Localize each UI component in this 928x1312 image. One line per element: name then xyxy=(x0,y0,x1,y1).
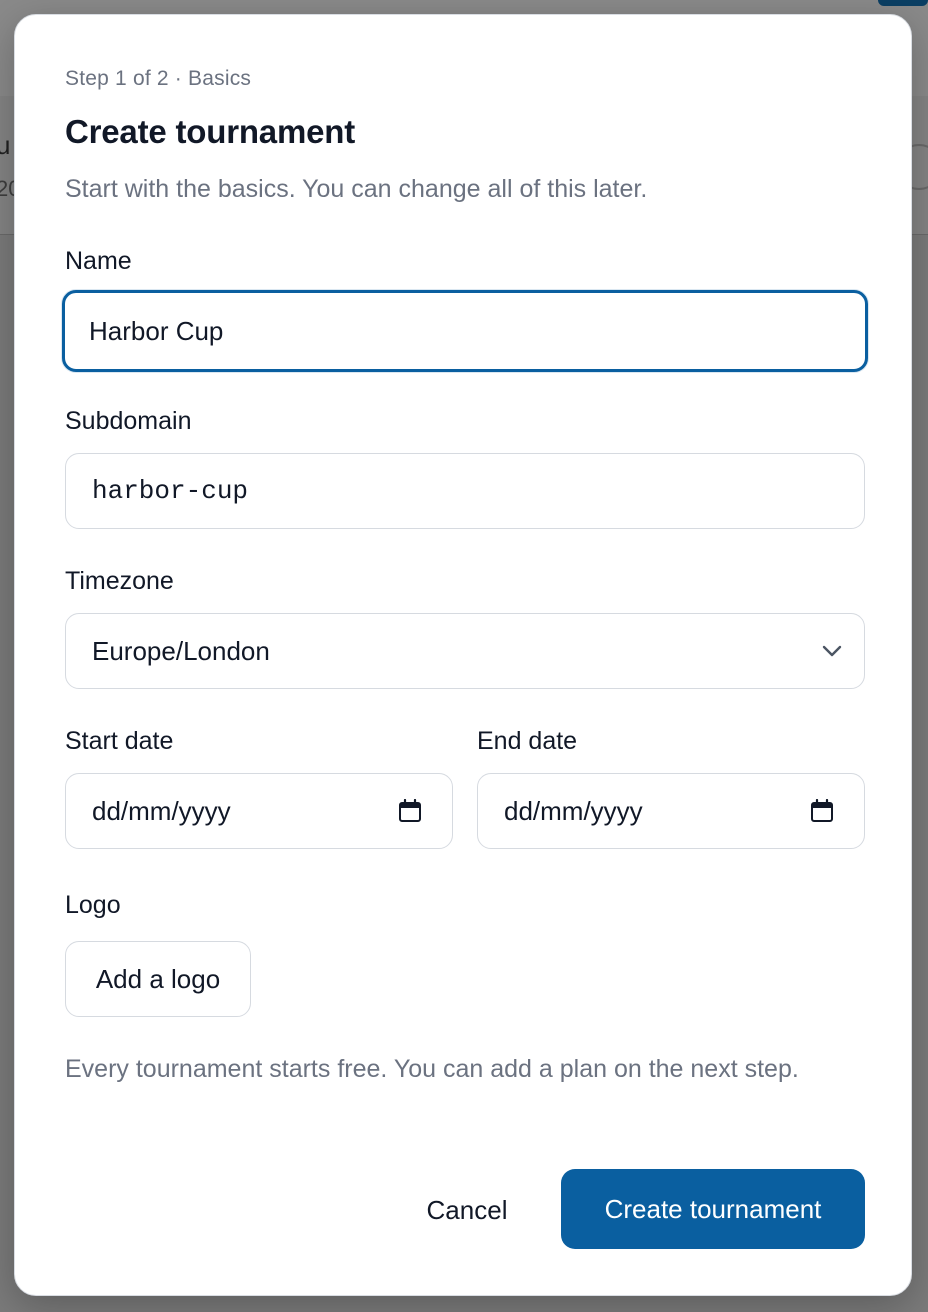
dialog-subtitle: Start with the basics. You can change al… xyxy=(65,175,648,203)
pricing-note: Every tournament starts free. You can ad… xyxy=(65,1055,799,1083)
end-date-input[interactable]: dd/mm/yyyy xyxy=(477,773,865,849)
add-logo-button[interactable]: Add a logo xyxy=(65,941,251,1017)
name-input[interactable]: Harbor Cup xyxy=(62,290,868,372)
timezone-select-value: Europe/London xyxy=(92,635,270,666)
name-label: Name xyxy=(65,247,132,275)
background-corner-button xyxy=(878,0,928,6)
subdomain-label: Subdomain xyxy=(65,407,192,435)
create-tournament-dialog: Step 1 of 2 · Basics Create tournament S… xyxy=(14,14,912,1296)
start-date-input[interactable]: dd/mm/yyyy xyxy=(65,773,453,849)
end-date-label: End date xyxy=(477,727,578,755)
calendar-icon[interactable] xyxy=(398,799,422,823)
logo-label: Logo xyxy=(65,891,121,919)
create-tournament-button[interactable]: Create tournament xyxy=(561,1169,865,1249)
subdomain-input[interactable]: harbor-cup xyxy=(65,453,865,529)
timezone-label: Timezone xyxy=(65,567,174,595)
start-date-label: Start date xyxy=(65,727,174,755)
start-date-placeholder: dd/mm/yyyy xyxy=(92,795,231,826)
subdomain-input-value: harbor-cup xyxy=(92,476,249,506)
background-text-fragment: u xyxy=(0,130,11,160)
calendar-icon[interactable] xyxy=(810,799,834,823)
name-input-value: Harbor Cup xyxy=(89,315,224,346)
end-date-placeholder: dd/mm/yyyy xyxy=(504,795,643,826)
step-indicator: Step 1 of 2 · Basics xyxy=(65,67,252,90)
timezone-select[interactable]: Europe/London xyxy=(65,613,865,689)
cancel-button[interactable]: Cancel xyxy=(403,1171,531,1249)
dialog-title: Create tournament xyxy=(65,113,355,150)
chevron-down-icon xyxy=(822,645,842,657)
